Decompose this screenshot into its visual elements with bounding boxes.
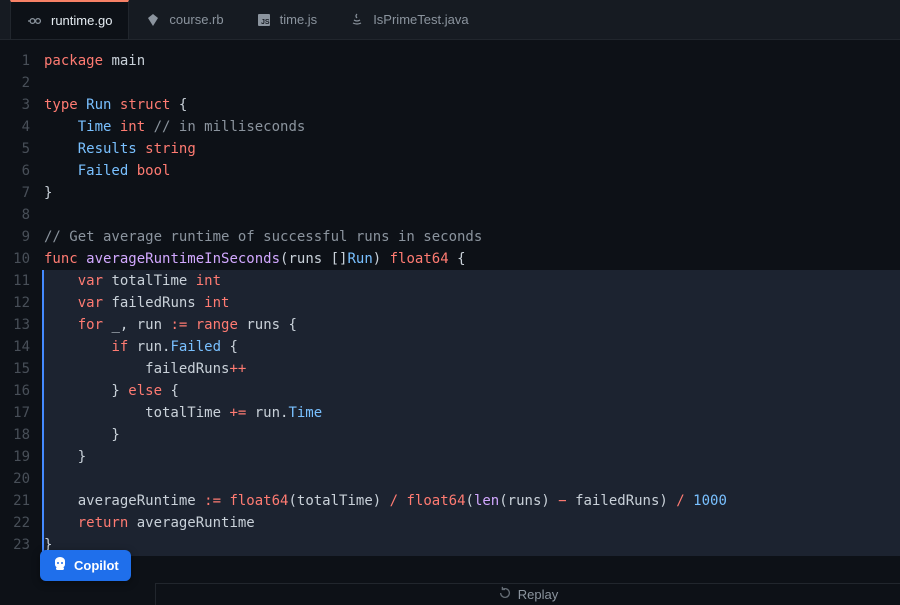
line-number: 5 bbox=[0, 138, 30, 160]
line-number: 12 bbox=[0, 292, 30, 314]
go-icon bbox=[27, 13, 43, 29]
code-line[interactable]: averageRuntime := float64(totalTime) / f… bbox=[42, 490, 900, 512]
code-line[interactable]: } bbox=[42, 424, 900, 446]
line-number: 18 bbox=[0, 424, 30, 446]
code-line[interactable]: } else { bbox=[42, 380, 900, 402]
line-number: 13 bbox=[0, 314, 30, 336]
code-line[interactable]: return averageRuntime bbox=[42, 512, 900, 534]
code-line[interactable]: func averageRuntimeInSeconds(runs []Run)… bbox=[44, 248, 900, 270]
code-line[interactable]: } bbox=[42, 534, 900, 556]
code-line[interactable]: failedRuns++ bbox=[42, 358, 900, 380]
editor-pane: 1234567891011121314151617181920212223 pa… bbox=[0, 40, 900, 583]
code-line[interactable]: for _, run := range runs { bbox=[42, 314, 900, 336]
line-number: 15 bbox=[0, 358, 30, 380]
line-number: 8 bbox=[0, 204, 30, 226]
code-line[interactable]: Results string bbox=[44, 138, 900, 160]
line-number: 7 bbox=[0, 182, 30, 204]
copilot-icon bbox=[52, 556, 68, 575]
tab-isprimetest-java[interactable]: IsPrimeTest.java bbox=[333, 0, 484, 39]
line-number: 4 bbox=[0, 116, 30, 138]
code-line[interactable]: } bbox=[44, 182, 900, 204]
tab-label: IsPrimeTest.java bbox=[373, 12, 468, 27]
line-number: 20 bbox=[0, 468, 30, 490]
tab-label: course.rb bbox=[169, 12, 223, 27]
code-line[interactable]: } bbox=[42, 446, 900, 468]
code-line[interactable]: // Get average runtime of successful run… bbox=[44, 226, 900, 248]
tab-label: time.js bbox=[280, 12, 318, 27]
svg-text:JS: JS bbox=[261, 19, 270, 26]
code-line[interactable] bbox=[42, 468, 900, 490]
code-line[interactable]: Failed bool bbox=[44, 160, 900, 182]
line-number: 1 bbox=[0, 50, 30, 72]
line-number: 2 bbox=[0, 72, 30, 94]
line-number: 6 bbox=[0, 160, 30, 182]
replay-icon bbox=[498, 586, 512, 603]
code-line[interactable] bbox=[44, 72, 900, 94]
code-line[interactable]: Time int // in milliseconds bbox=[44, 116, 900, 138]
line-number: 22 bbox=[0, 512, 30, 534]
line-number: 11 bbox=[0, 270, 30, 292]
code-line[interactable]: var totalTime int bbox=[42, 270, 900, 292]
java-icon bbox=[349, 12, 365, 28]
code-line[interactable] bbox=[44, 204, 900, 226]
js-icon: JS bbox=[256, 12, 272, 28]
code-line[interactable]: if run.Failed { bbox=[42, 336, 900, 358]
line-number: 19 bbox=[0, 446, 30, 468]
code-area[interactable]: package main type Run struct { Time int /… bbox=[38, 40, 900, 583]
line-number: 3 bbox=[0, 94, 30, 116]
line-number: 21 bbox=[0, 490, 30, 512]
tab-label: runtime.go bbox=[51, 13, 112, 28]
line-number: 10 bbox=[0, 248, 30, 270]
copilot-label: Copilot bbox=[74, 558, 119, 573]
footer-bar: Replay bbox=[155, 583, 900, 605]
tab-time-js[interactable]: JS time.js bbox=[240, 0, 334, 39]
line-number: 23 bbox=[0, 534, 30, 556]
copilot-button[interactable]: Copilot bbox=[40, 550, 131, 581]
line-number: 9 bbox=[0, 226, 30, 248]
line-number: 14 bbox=[0, 336, 30, 358]
code-line[interactable]: var failedRuns int bbox=[42, 292, 900, 314]
line-number-gutter: 1234567891011121314151617181920212223 bbox=[0, 40, 38, 583]
tab-runtime-go[interactable]: runtime.go bbox=[10, 0, 129, 39]
code-line[interactable]: totalTime += run.Time bbox=[42, 402, 900, 424]
tab-course-rb[interactable]: course.rb bbox=[129, 0, 239, 39]
line-number: 16 bbox=[0, 380, 30, 402]
code-line[interactable]: type Run struct { bbox=[44, 94, 900, 116]
replay-label[interactable]: Replay bbox=[518, 587, 558, 602]
code-line[interactable]: package main bbox=[44, 50, 900, 72]
line-number: 17 bbox=[0, 402, 30, 424]
tab-bar: runtime.go course.rb JS time.js IsPrimeT… bbox=[0, 0, 900, 40]
ruby-icon bbox=[145, 12, 161, 28]
